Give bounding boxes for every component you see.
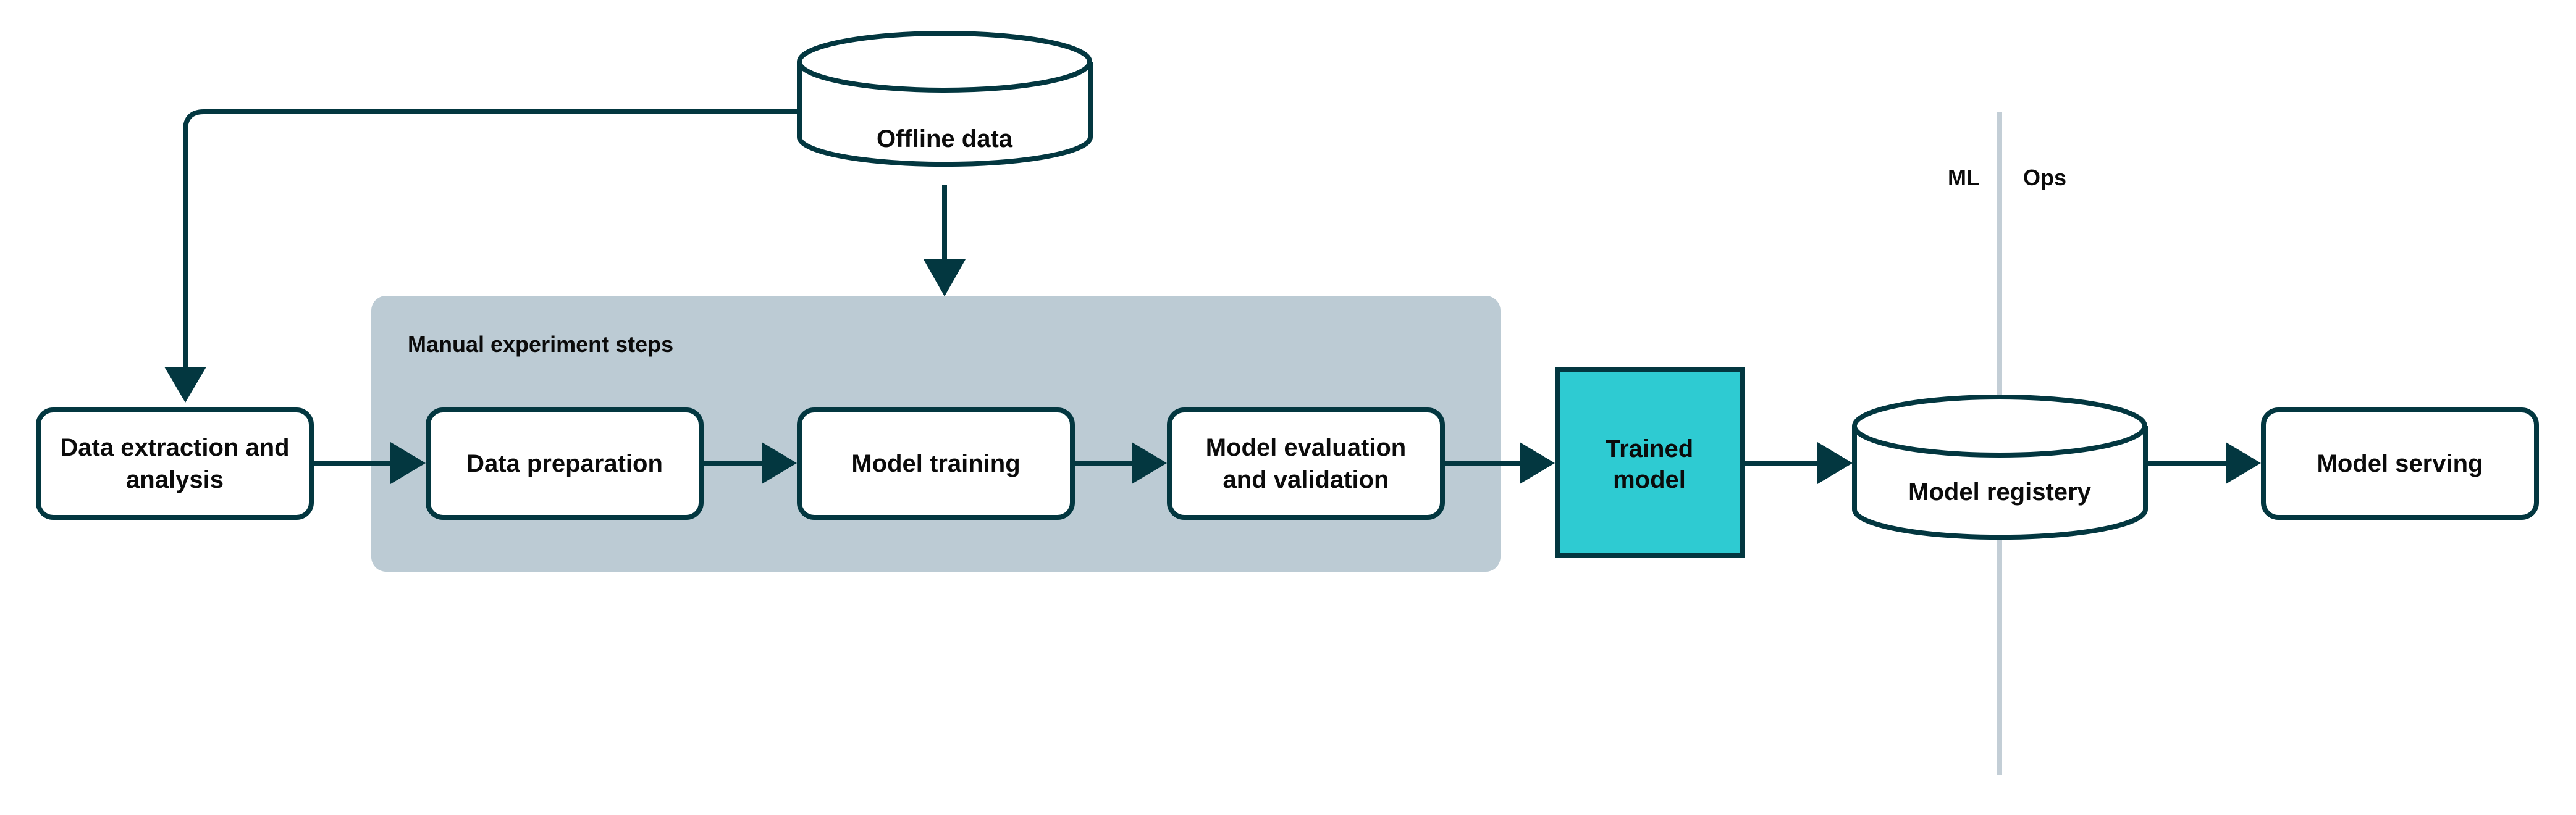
arrowhead-icon: [2226, 442, 2261, 484]
offline-data-store: Offline data: [797, 31, 1093, 167]
node-label-line: and validation: [1223, 466, 1389, 493]
ml-pipeline-diagram: ML Ops Manual experiment steps Offline d…: [36, 31, 2539, 775]
data-preparation-node: Data preparation: [426, 408, 704, 520]
model-registry-label: Model registery: [1908, 479, 2091, 506]
node-label: Model serving: [2317, 450, 2483, 477]
node-label-line: Trained: [1606, 435, 1693, 462]
node-label-line: model: [1613, 466, 1686, 493]
data-extraction-node: Data extraction and analysis: [36, 408, 314, 520]
panel-title: Manual experiment steps: [408, 332, 673, 357]
offline-data-label: Offline data: [877, 125, 1013, 153]
arrowhead-icon: [1520, 442, 1555, 484]
node-label-line: Data extraction and: [60, 434, 289, 461]
model-training-node: Model training: [797, 408, 1075, 520]
ops-label: Ops: [2023, 165, 2066, 190]
trained-model-node: Trained model: [1555, 367, 1745, 558]
node-label-line: Model evaluation: [1206, 434, 1407, 461]
model-serving-node: Model serving: [2261, 408, 2539, 520]
arrowhead-icon: [164, 367, 206, 403]
arrowhead-icon: [1817, 442, 1853, 484]
ml-label: ML: [1948, 165, 1980, 190]
model-evaluation-node: Model evaluation and validation: [1167, 408, 1445, 520]
node-label-line: analysis: [126, 466, 224, 493]
node-label: Model training: [851, 450, 1020, 477]
arrowhead-icon: [924, 259, 966, 296]
node-label: Data preparation: [466, 450, 663, 477]
model-registry-store: Model registery: [1852, 395, 2148, 540]
